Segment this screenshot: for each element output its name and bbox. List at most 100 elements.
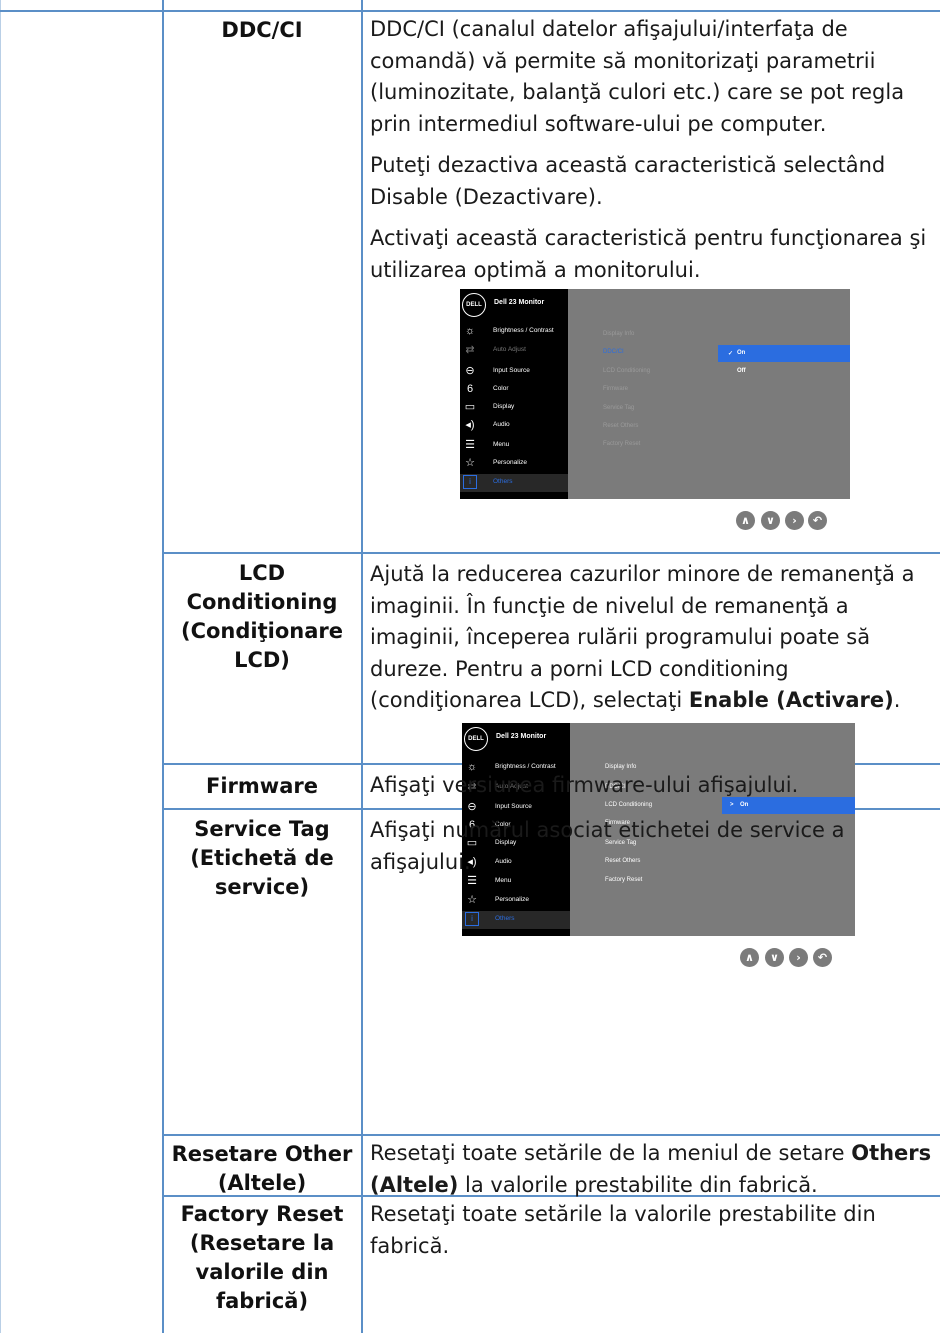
osd-submenu-item-active: LCD Conditioning: [605, 802, 653, 808]
factory-reset-label-line: fabrică): [215, 1289, 309, 1313]
osd-menu-label: Personalize: [495, 896, 529, 903]
reset-other-text: Resetaţi toate setările de la meniul de …: [370, 1141, 852, 1165]
osd-option-on: On: [740, 802, 749, 808]
down-button-icon: ∨: [761, 511, 780, 530]
osd-submenu-item: Firmware: [603, 386, 628, 392]
osd-menu-label: Color: [493, 385, 509, 392]
up-button-icon: ∧: [736, 511, 755, 530]
chevron-right-icon: >: [730, 802, 734, 808]
osd-menu-label: Menu: [493, 441, 510, 448]
service-tag-label-line: service): [214, 875, 310, 899]
ddcci-paragraph-1: DDC/CI (canalul datelor afişajului/inter…: [370, 17, 905, 136]
osd-screenshot-ddcci: DELL Dell 23 Monitor ☼ Brightness / Contr…: [460, 289, 850, 499]
reset-other-label-line: (Altele): [217, 1171, 307, 1195]
lcd-text-bold: Enable (Activare): [688, 688, 894, 712]
lcd-label-line: Conditioning: [186, 590, 338, 614]
osd-menu-item: ▭ Display: [460, 399, 568, 417]
osd-menu-label: Personalize: [493, 459, 527, 466]
input-source-icon: ⊖: [465, 365, 475, 377]
reset-other-label: Resetare Other (Altele): [164, 1140, 360, 1198]
auto-adjust-icon: ⇄: [465, 344, 475, 356]
input-source-icon: ⊖: [467, 801, 477, 813]
osd-menu-label: Brightness / Contrast: [493, 327, 554, 334]
factory-reset-description: Resetaţi toate setările la valorile pres…: [370, 1202, 876, 1258]
osd-submenu-item: Service Tag: [603, 405, 635, 411]
factory-reset-label-line: (Resetare la: [189, 1231, 335, 1255]
service-tag-label-line: (Etichetă de: [190, 846, 334, 870]
osd-submenu-item-active: DDC/CI: [603, 349, 624, 355]
lcd-conditioning-description: Ajută la reducerea cazurilor minore de r…: [370, 559, 938, 727]
firmware-label: Firmware: [206, 774, 318, 798]
osd-menu-item: ☆ Personalize: [462, 892, 570, 910]
menu-icon: ☰: [465, 439, 475, 451]
row-separator-lcd: [162, 552, 940, 554]
check-icon: ✓: [728, 351, 734, 357]
osd-menu-label: Auto Adjust: [493, 346, 526, 353]
factory-reset-label-line: valorile din: [195, 1260, 329, 1284]
osd-menu-label: Input Source: [495, 803, 532, 810]
row-separator-reset-other: [162, 1134, 940, 1136]
osd-menu-item: 6 Color: [460, 381, 568, 399]
table-top-border: [0, 10, 940, 12]
osd-menu-item: ⊖ Input Source: [460, 363, 568, 381]
osd-header: DELL Dell 23 Monitor: [462, 723, 570, 753]
osd-sidebar: DELL Dell 23 Monitor ☼ Brightness / Contr…: [460, 289, 568, 499]
factory-reset-label-line: Factory Reset: [180, 1202, 344, 1226]
sun-icon: ☼: [464, 325, 476, 337]
osd-menu-label: Input Source: [493, 367, 530, 374]
osd-model-title: Dell 23 Monitor: [494, 299, 545, 306]
lcd-label-line: (Condiţionare: [180, 619, 343, 643]
osd-menu-item: ☼ Brightness / Contrast: [460, 323, 568, 341]
dell-logo: DELL: [462, 293, 486, 317]
osd-menu-item-selected: i Others: [462, 911, 570, 929]
service-tag-description: Afişaţi numărul asociat etichetei de ser…: [370, 818, 845, 874]
lcd-label-line: LCD: [238, 561, 286, 585]
back-button-icon: ↶: [813, 948, 832, 967]
ddcci-paragraph-3: Activaţi această caracteristică pentru f…: [370, 226, 927, 282]
lcd-label-line: LCD): [234, 648, 290, 672]
ddcci-paragraph-2: Puteţi dezactiva această caracteristică …: [370, 153, 886, 209]
back-button-icon: ↶: [808, 511, 827, 530]
osd-submenu-item: Reset Others: [603, 423, 639, 429]
ddcci-description: DDC/CI (canalul datelor afişajului/inter…: [370, 14, 938, 296]
osd-menu-label: Others: [495, 915, 515, 922]
reset-other-text-end: la valorile prestabilite din fabrică.: [458, 1172, 818, 1197]
personalize-icon: ☆: [467, 894, 477, 906]
up-button-icon: ∧: [740, 948, 759, 967]
lcd-text-end: .: [893, 688, 901, 712]
firmware-description: Afişaţi versiunea firmware-ului afişajul…: [370, 773, 799, 797]
service-tag-label: Service Tag (Etichetă de service): [164, 815, 360, 902]
down-button-icon: ∨: [765, 948, 784, 967]
color-icon: 6: [466, 383, 474, 395]
reset-other-description: Resetaţi toate setările de la meniul de …: [370, 1138, 938, 1201]
osd-option-on: On: [737, 350, 746, 356]
others-icon: i: [465, 912, 479, 926]
osd-menu-item: ☆ Personalize: [460, 455, 568, 473]
osd-model-title: Dell 23 Monitor: [496, 733, 547, 740]
osd-menu-item-selected: i Others: [460, 474, 568, 492]
factory-reset-label: Factory Reset (Resetare la valorile din …: [164, 1200, 360, 1316]
right-button-icon: ›: [785, 511, 804, 530]
service-tag-label-line: Service Tag: [194, 817, 330, 841]
osd-menu-label: Brightness / Contrast: [495, 763, 556, 770]
osd-menu-label: Display: [493, 403, 515, 410]
osd-menu-label: Menu: [495, 877, 512, 884]
ddcci-label: DDC/CI: [221, 18, 303, 42]
audio-icon: ◂): [465, 419, 475, 431]
display-icon: ▭: [464, 401, 476, 413]
osd-submenu-item: Factory Reset: [603, 441, 641, 447]
reset-other-label-line: Resetare Other: [171, 1142, 353, 1166]
dell-logo: DELL: [464, 727, 488, 751]
osd-submenu-item: Display Info: [603, 331, 635, 337]
osd-menu-label: Others: [493, 478, 513, 485]
osd-menu-label: Audio: [493, 421, 510, 428]
right-button-icon: ›: [789, 948, 808, 967]
osd-menu-item: ☰ Menu: [460, 437, 568, 455]
table-left-outer-border: [0, 0, 1, 1333]
lcd-conditioning-label: LCD Conditioning (Condiţionare LCD): [164, 559, 360, 675]
personalize-icon: ☆: [465, 457, 475, 469]
others-icon: i: [463, 475, 477, 489]
osd-menu-item: ◂) Audio: [460, 417, 568, 435]
osd-submenu-item: LCD Conditioning: [603, 368, 651, 374]
osd-header: DELL Dell 23 Monitor: [460, 289, 568, 319]
